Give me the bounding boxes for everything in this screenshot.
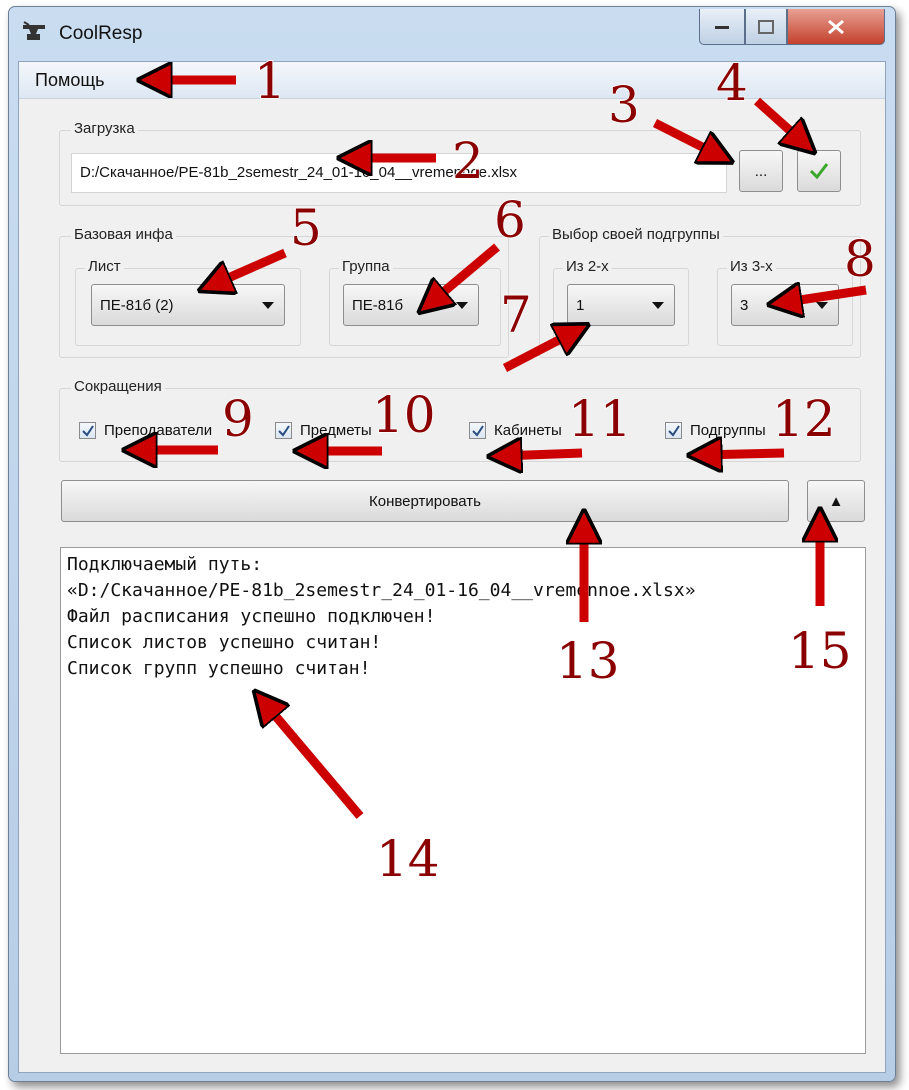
checkmark-icon xyxy=(809,163,829,180)
sheet-combobox-value: ПЕ-81б (2) xyxy=(100,297,174,314)
of2-combobox-value: 1 xyxy=(576,297,585,314)
group-combobox[interactable]: ПЕ-81б xyxy=(343,284,479,326)
log-line: Список групп успешно считан! xyxy=(67,658,371,679)
checkbox-subjects[interactable]: Предметы xyxy=(275,422,372,439)
sheet-label: Лист xyxy=(85,258,124,275)
checkbox-teachers-label: Преподаватели xyxy=(104,422,213,439)
of3-label: Из 3-х xyxy=(727,258,776,275)
of3-combobox-value: 3 xyxy=(740,297,749,314)
of2-label: Из 2-х xyxy=(563,258,612,275)
minimize-button[interactable] xyxy=(699,9,745,45)
chevron-down-icon xyxy=(652,302,664,309)
of2-combobox[interactable]: 1 xyxy=(567,284,675,326)
chevron-down-icon xyxy=(456,302,468,309)
file-path-input[interactable]: D:/Скачанное/PE-81b_2semestr_24_01-16_04… xyxy=(71,153,727,193)
log-line: Файл расписания успешно подключен! xyxy=(67,606,436,627)
maximize-button[interactable] xyxy=(745,9,787,45)
subgroup-legend: Выбор своей подгруппы xyxy=(549,226,723,243)
group-label: Группа xyxy=(339,258,393,275)
anvil-icon xyxy=(23,21,45,40)
window-title: CoolResp xyxy=(59,23,143,44)
checkbox-checked-icon xyxy=(275,422,292,439)
log-line: Подключаемый путь: xyxy=(67,554,263,575)
of3-combobox[interactable]: 3 xyxy=(731,284,839,326)
chevron-down-icon xyxy=(262,302,274,309)
client-area: Помощь Загрузка D:/Скачанное/PE-81b_2sem… xyxy=(18,61,886,1073)
menu-bar: Помощь xyxy=(19,62,885,99)
toggle-log-button[interactable]: ▲ xyxy=(807,480,865,522)
log-line: «D:/Скачанное/PE-81b_2semestr_24_01-16_0… xyxy=(67,580,696,601)
checkbox-checked-icon xyxy=(79,422,96,439)
checkbox-checked-icon xyxy=(469,422,486,439)
checkbox-subgroups-label: Подгруппы xyxy=(690,422,766,439)
chevron-down-icon xyxy=(816,302,828,309)
checkbox-rooms[interactable]: Кабинеты xyxy=(469,422,562,439)
minimize-icon xyxy=(715,25,729,29)
checkbox-checked-icon xyxy=(665,422,682,439)
checkbox-subgroups[interactable]: Подгруппы xyxy=(665,422,766,439)
group-combobox-value: ПЕ-81б xyxy=(352,297,404,314)
app-window: CoolResp Помощь Загрузка D:/Скачанное/PE… xyxy=(8,6,896,1082)
log-line: Список листов успешно считан! xyxy=(67,632,382,653)
browse-button[interactable]: ... xyxy=(739,150,783,192)
close-button[interactable] xyxy=(787,9,885,45)
base-info-legend: Базовая инфа xyxy=(71,226,176,243)
load-legend: Загрузка xyxy=(71,120,138,137)
convert-button[interactable]: Конвертировать xyxy=(61,480,789,522)
log-textarea[interactable]: Подключаемый путь: «D:/Скачанное/PE-81b_… xyxy=(60,547,866,1054)
confirm-button[interactable] xyxy=(797,150,841,192)
menu-help[interactable]: Помощь xyxy=(35,70,105,91)
abbr-legend: Сокращения xyxy=(71,378,165,395)
title-bar[interactable]: CoolResp xyxy=(9,7,895,59)
checkbox-rooms-label: Кабинеты xyxy=(494,422,562,439)
checkbox-subjects-label: Предметы xyxy=(300,422,372,439)
maximize-icon xyxy=(758,19,774,34)
sheet-combobox[interactable]: ПЕ-81б (2) xyxy=(91,284,285,326)
checkbox-teachers[interactable]: Преподаватели xyxy=(79,422,212,439)
close-icon xyxy=(828,19,844,34)
